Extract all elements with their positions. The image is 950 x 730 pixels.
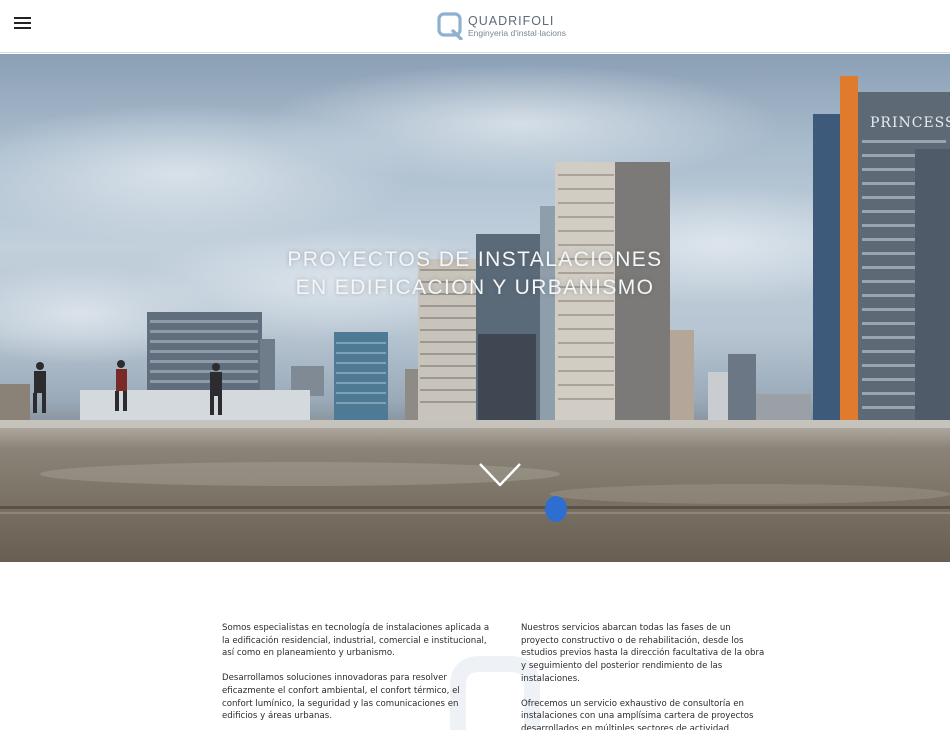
hero-banner: PRINCESS PROYECTOS DE INSTALACIONES EN E… bbox=[0, 54, 950, 562]
intro-column-right: Nuestros servicios abarcan todas las fas… bbox=[521, 622, 771, 730]
intro-section: Somos especialistas en tecnología de ins… bbox=[0, 562, 950, 730]
intro-column-left: Somos especialistas en tecnología de ins… bbox=[222, 622, 492, 730]
intro-right-paragraph-2: Ofrecemos un servicio exhaustivo de cons… bbox=[521, 698, 754, 730]
chevron-down-icon[interactable] bbox=[478, 462, 522, 488]
quadrifoli-logo-icon bbox=[437, 12, 463, 40]
logo-tagline: Enginyeria d'instal·lacions bbox=[468, 27, 567, 38]
hamburger-icon[interactable] bbox=[14, 17, 31, 31]
intro-right-paragraph-1: Nuestros servicios abarcan todas las fas… bbox=[521, 623, 765, 684]
hero-cityscape-image: PRINCESS bbox=[0, 64, 950, 562]
hero-title: PROYECTOS DE INSTALACIONES EN EDIFICACIO… bbox=[0, 246, 950, 302]
logo-name: QUADRIFOLI bbox=[468, 13, 555, 28]
building-sign: PRINCESS bbox=[870, 115, 950, 131]
intro-left-paragraph-2: Desarrollamos soluciones innovadoras par… bbox=[222, 673, 460, 722]
site-logo[interactable]: QUADRIFOLI Enginyeria d'instal·lacions bbox=[437, 10, 566, 42]
site-header: QUADRIFOLI Enginyeria d'instal·lacions bbox=[0, 0, 950, 53]
intro-left-paragraph-1: Somos especialistas en tecnología de ins… bbox=[222, 623, 490, 659]
hero-title-line-2: EN EDIFICACION Y URBANISMO bbox=[295, 276, 655, 299]
hero-title-line-1: PROYECTOS DE INSTALACIONES bbox=[287, 248, 663, 271]
